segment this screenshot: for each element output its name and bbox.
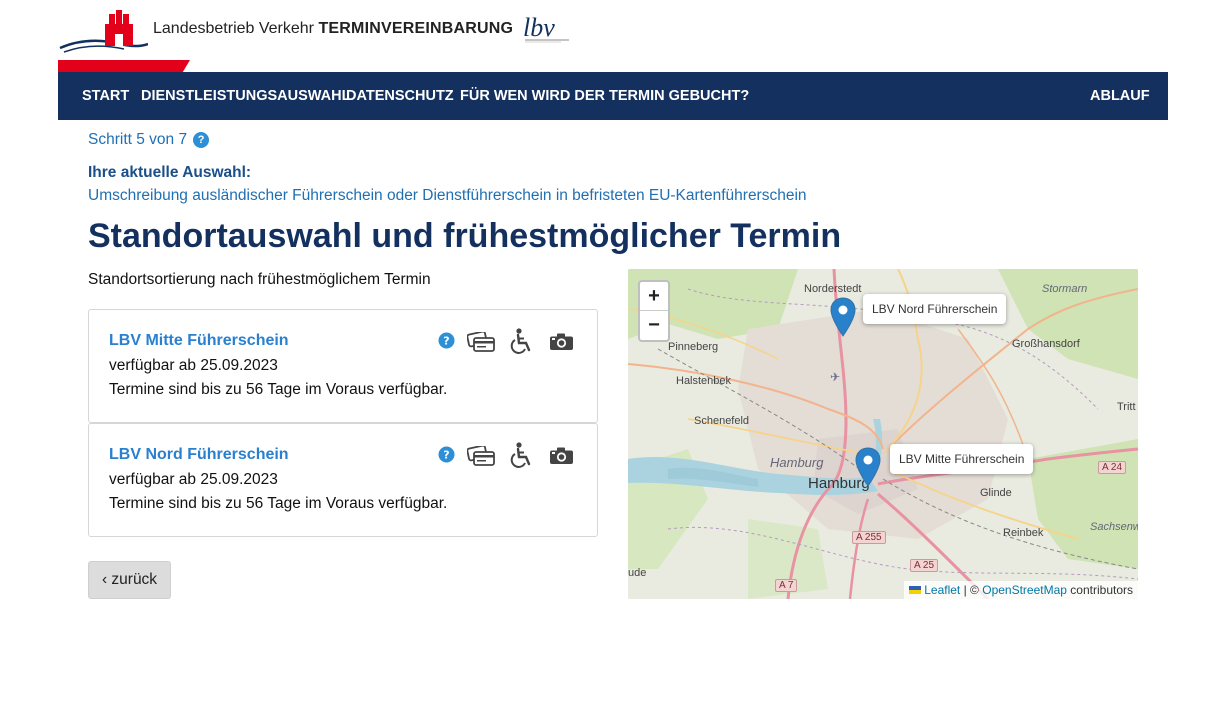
road-shield: A 25 <box>910 559 939 572</box>
hamburg-logo-icon[interactable] <box>58 8 148 54</box>
wheelchair-icon <box>510 442 531 468</box>
map-marker-icon[interactable] <box>830 297 856 337</box>
svg-text:?: ? <box>443 449 449 462</box>
svg-text:?: ? <box>443 335 449 348</box>
sort-label: Standortsortierung nach frühestmöglichem… <box>88 271 431 288</box>
map-popup-mitte: LBV Mitte Führerschein <box>890 444 1034 474</box>
location-card[interactable]: LBV Mitte Führerschein verfügbar ab 25.0… <box>88 309 598 423</box>
map-label-stormarn: Stormarn <box>1042 283 1088 295</box>
lbv-logo-icon: lbv <box>523 13 569 43</box>
site-title-bold: TERMINVEREINBARUNG <box>318 20 514 37</box>
payment-cards-icon <box>467 446 495 466</box>
map-label-schenefeld: Schenefeld <box>694 415 750 427</box>
map-zoom-control: + − <box>638 280 670 342</box>
back-button[interactable]: ‹ zurück <box>88 561 171 599</box>
page: Landesbetrieb Verkehr TERMINVEREINBARUNG… <box>0 0 1232 728</box>
map-label-pinneberg: Pinneberg <box>668 341 719 353</box>
site-title: Landesbetrieb Verkehr TERMINVEREINBARUNG <box>153 20 513 38</box>
camera-icon <box>550 447 573 464</box>
map-popup-nord: LBV Nord Führerschein <box>863 294 1007 324</box>
attribution-separator: | © <box>963 583 979 597</box>
location-availability: verfügbar ab 25.09.2023 <box>109 471 278 488</box>
location-availability: verfügbar ab 25.09.2023 <box>109 357 278 374</box>
location-note: Termine sind bis zu 56 Tage im Voraus ve… <box>109 495 448 512</box>
camera-icon <box>550 333 573 350</box>
map-label-reinbek: Reinbek <box>1003 527 1044 539</box>
location-name[interactable]: LBV Nord Führerschein <box>109 446 289 464</box>
location-icons: ? <box>438 328 578 356</box>
nav-item-dienstleistungsauswahl[interactable]: DIENSTLEISTUNGSAUSWAHL <box>141 88 350 104</box>
svg-text:✈: ✈ <box>830 370 840 384</box>
site-header: Landesbetrieb Verkehr TERMINVEREINBARUNG… <box>58 0 1168 80</box>
help-icon[interactable]: ? <box>438 446 455 463</box>
nav-item-ablauf[interactable]: ABLAUF <box>1090 88 1150 104</box>
attribution-suffix: contributors <box>1070 583 1133 597</box>
map-marker-icon[interactable] <box>855 447 881 487</box>
road-shield: A 7 <box>775 579 798 592</box>
zoom-in-button[interactable]: + <box>640 282 668 311</box>
svg-text:lbv: lbv <box>523 13 555 42</box>
wheelchair-icon <box>510 328 531 354</box>
nav-item-datenschutz[interactable]: DATENSCHUTZ <box>346 88 454 104</box>
map-label-tritt: Tritt <box>1117 401 1136 413</box>
road-shield: A 255 <box>852 531 886 544</box>
help-icon[interactable]: ? <box>438 332 455 349</box>
step-text: Schritt 5 von 7 <box>88 131 188 148</box>
map-attribution: Leaflet | © OpenStreetMap contributors <box>904 581 1138 599</box>
nav-item-start[interactable]: START <box>82 88 129 104</box>
step-help-icon[interactable]: ? <box>193 132 210 148</box>
location-card[interactable]: LBV Nord Führerschein verfügbar ab 25.09… <box>88 423 598 537</box>
location-note: Termine sind bis zu 56 Tage im Voraus ve… <box>109 381 448 398</box>
main-navigation: START DIENSTLEISTUNGSAUSWAHL DATENSCHUTZ… <box>58 72 1168 120</box>
payment-cards-icon <box>467 332 495 352</box>
road-shield: A 24 <box>1098 461 1127 474</box>
location-icons: ? <box>438 442 578 470</box>
page-title: Standortauswahl und frühestmöglicher Ter… <box>88 217 842 255</box>
site-title-prefix: Landesbetrieb Verkehr <box>153 20 314 37</box>
step-indicator: Schritt 5 von 7? <box>88 131 210 149</box>
nav-item-fuer-wen[interactable]: FÜR WEN WIRD DER TERMIN GEBUCHT? <box>460 88 749 104</box>
map-label-hamburg-water: Hamburg <box>770 455 824 470</box>
map-label-sachsenwald: Sachsenwa <box>1090 521 1138 533</box>
map-label-norderstedt: Norderstedt <box>804 283 862 295</box>
map-label-grosshansdorf: Großhansdorf <box>1012 338 1080 350</box>
map-label-halstenbek: Halstenbek <box>676 375 732 387</box>
map-label-ude: ude <box>628 567 647 579</box>
zoom-out-button[interactable]: − <box>640 311 668 340</box>
leaflet-link[interactable]: Leaflet <box>924 583 960 597</box>
current-selection-label: Ihre aktuelle Auswahl: <box>88 164 252 181</box>
location-name[interactable]: LBV Mitte Führerschein <box>109 332 289 350</box>
openstreetmap-link[interactable]: OpenStreetMap <box>982 583 1067 597</box>
ukraine-flag-icon <box>909 586 922 594</box>
location-map[interactable]: ✈ Norderstedt Pinneberg Halstenbek Schen… <box>628 269 1138 599</box>
current-selection-value: Umschreibung ausländischer Führerschein … <box>88 187 807 204</box>
map-label-glinde: Glinde <box>980 487 1012 499</box>
